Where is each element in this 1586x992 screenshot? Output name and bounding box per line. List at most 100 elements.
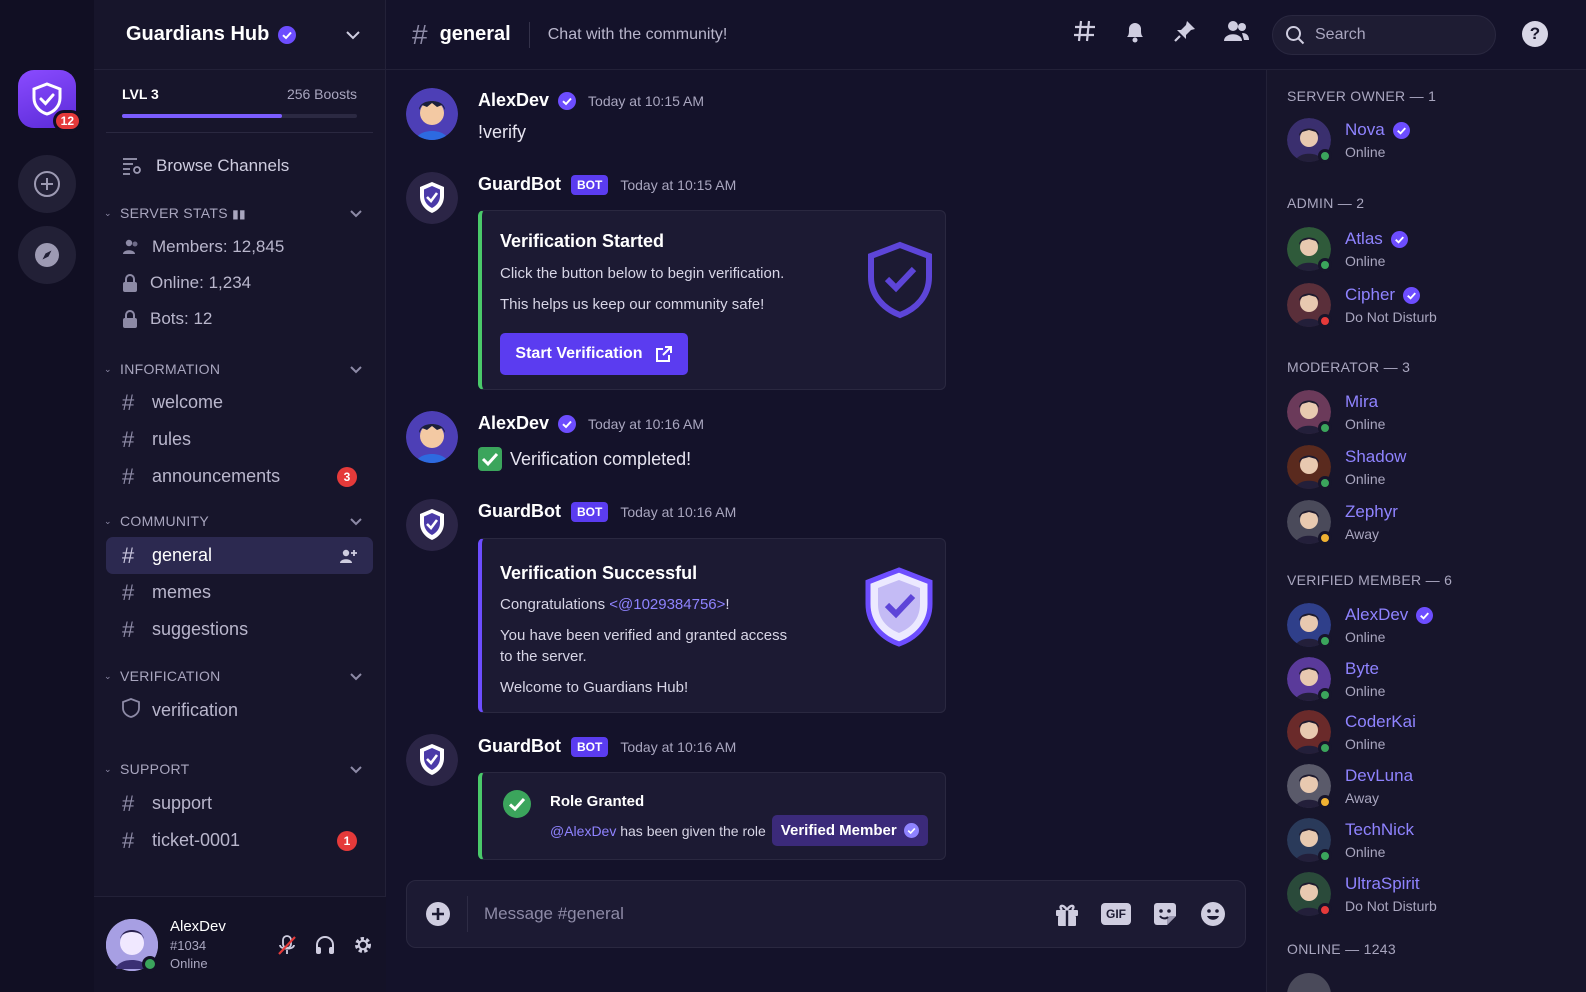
avatar[interactable]: [406, 88, 458, 140]
start-verification-button[interactable]: Start Verification: [500, 333, 688, 375]
embed-text: @AlexDev has been given the role Verifie…: [550, 815, 928, 846]
mic-muted-icon[interactable]: [276, 934, 298, 956]
author-name[interactable]: GuardBot: [478, 174, 561, 195]
bot-avatar[interactable]: [406, 734, 458, 786]
category-information[interactable]: ⌄ INFORMATION: [94, 357, 385, 381]
channel-rules[interactable]: # rules: [106, 421, 373, 458]
avatar[interactable]: [106, 918, 158, 972]
member-status: Online: [1345, 736, 1386, 752]
gear-icon[interactable]: [352, 934, 374, 956]
member-item[interactable]: TechNick Online: [1287, 818, 1577, 864]
channel-announcements[interactable]: # announcements 3: [106, 458, 373, 495]
channel-suggestions[interactable]: # suggestions: [106, 611, 373, 648]
member-item[interactable]: Nova Online: [1287, 118, 1577, 164]
stat-online: Online: 1,234: [94, 265, 385, 301]
bot-tag: BOT: [571, 736, 609, 757]
channel-verification[interactable]: verification: [106, 692, 373, 729]
bot-avatar[interactable]: [406, 172, 458, 224]
member-name: TechNick: [1345, 820, 1414, 839]
channel-general[interactable]: # general: [106, 537, 373, 574]
sticker-icon[interactable]: [1151, 900, 1179, 928]
member-item[interactable]: Byte Online: [1287, 657, 1577, 703]
message-header: GuardBot BOT Today at 10:16 AM: [478, 501, 736, 522]
user-mention[interactable]: <@1029384756>: [609, 596, 725, 613]
role-pill[interactable]: Verified Member: [771, 815, 928, 846]
hash-icon: #: [122, 579, 135, 605]
help-icon[interactable]: ?: [1522, 21, 1548, 47]
category-verification[interactable]: ⌄ VERIFICATION: [94, 664, 385, 688]
member-status: Online: [1345, 471, 1386, 487]
boost-status: LVL 3 256 Boosts: [94, 70, 385, 102]
status-dot: [1318, 531, 1332, 545]
stat-label: Online: 1,234: [150, 273, 252, 292]
member-item[interactable]: Mira Online: [1287, 390, 1577, 436]
author-name[interactable]: GuardBot: [478, 501, 561, 522]
shield-outline-icon: [122, 697, 152, 724]
member-item[interactable]: Atlas Online: [1287, 227, 1577, 273]
channel-support[interactable]: # support: [106, 785, 373, 822]
check-circle-icon: [503, 790, 531, 818]
author-name[interactable]: GuardBot: [478, 736, 561, 757]
gift-icon[interactable]: [1053, 900, 1081, 928]
message-composer: Message #general GIF: [406, 880, 1246, 948]
channel-memes[interactable]: # memes: [106, 574, 373, 611]
channel-label: verification: [152, 700, 239, 720]
channel-welcome[interactable]: # welcome: [106, 384, 373, 421]
add-member-icon[interactable]: [339, 548, 357, 564]
embed-text: Welcome to Guardians Hub!: [500, 679, 689, 696]
timestamp: Today at 10:15 AM: [588, 92, 705, 109]
users-icon: [123, 239, 138, 254]
avatar[interactable]: [1287, 973, 1331, 992]
verified-badge-icon: [1403, 286, 1421, 304]
avatar[interactable]: [406, 411, 458, 463]
server-icon-guardians-hub[interactable]: 12: [18, 70, 82, 132]
hash-icon: #: [122, 790, 135, 816]
member-item[interactable]: AlexDev Online: [1287, 603, 1577, 649]
member-status: Online: [1345, 683, 1386, 699]
add-server-button[interactable]: [18, 155, 76, 213]
member-status: Online: [1345, 629, 1386, 645]
member-name: Atlas: [1345, 229, 1408, 249]
message-header: AlexDev Today at 10:16 AM: [478, 413, 704, 434]
user-mention[interactable]: @AlexDev: [550, 823, 616, 839]
author-name[interactable]: AlexDev: [478, 413, 549, 434]
emoji-icon[interactable]: [1199, 900, 1227, 928]
member-status: Do Not Disturb: [1345, 898, 1437, 914]
bot-tag: BOT: [571, 501, 609, 522]
browse-channels-button[interactable]: Browse Channels: [94, 147, 385, 185]
gif-button[interactable]: GIF: [1101, 903, 1131, 925]
list-search-icon: [123, 158, 141, 175]
search-input[interactable]: Search: [1272, 15, 1496, 55]
member-item[interactable]: CoderKai Online: [1287, 710, 1577, 756]
member-item[interactable]: DevLuna Away: [1287, 764, 1577, 810]
bot-tag: BOT: [571, 174, 609, 195]
explore-servers-button[interactable]: [18, 226, 76, 284]
member-item[interactable]: UltraSpirit Do Not Disturb: [1287, 872, 1577, 918]
collapse-arrow-icon: ⌄: [104, 207, 112, 218]
channel-label: rules: [152, 429, 192, 449]
headphones-icon[interactable]: [314, 934, 336, 956]
channel-ticket-0001[interactable]: # ticket-0001 1: [106, 822, 373, 859]
member-item[interactable]: Zephyr Away: [1287, 500, 1577, 546]
channel-label: ticket-0001: [152, 830, 241, 850]
member-group-header: SERVER OWNER — 1: [1287, 88, 1437, 104]
composer-actions: GIF: [1053, 900, 1227, 928]
status-dot: [1318, 314, 1332, 328]
embed-text: This helps us keep our community safe!: [500, 296, 765, 313]
chevron-down-icon[interactable]: [345, 30, 361, 40]
server-header[interactable]: Guardians Hub: [94, 0, 385, 70]
shield-check-icon: [865, 567, 933, 647]
status-dot: [1318, 903, 1332, 917]
message-input[interactable]: Message #general: [467, 896, 1053, 932]
category-support[interactable]: ⌄ SUPPORT: [94, 757, 385, 781]
status-dot: [1318, 476, 1332, 490]
chevron-down-icon: [350, 672, 362, 680]
member-item[interactable]: Shadow Online: [1287, 445, 1577, 491]
category-community[interactable]: ⌄ COMMUNITY: [94, 509, 385, 533]
member-item[interactable]: Cipher Do Not Disturb: [1287, 283, 1577, 329]
category-server-stats[interactable]: ⌄ SERVER STATS ▮▮: [94, 201, 385, 225]
add-attachment-icon[interactable]: [425, 901, 451, 927]
lock-icon: [123, 310, 137, 328]
author-name[interactable]: AlexDev: [478, 90, 549, 111]
bot-avatar[interactable]: [406, 499, 458, 551]
